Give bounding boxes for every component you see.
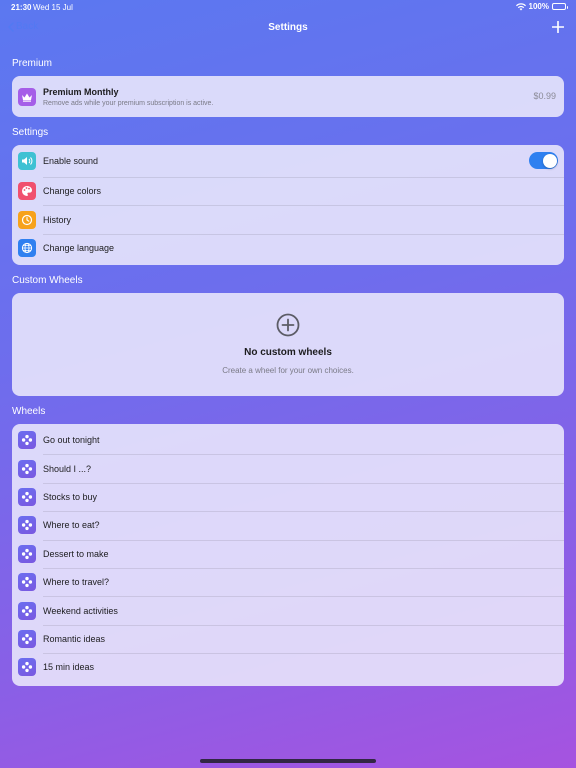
wheel-row[interactable]: Go out tonight (12, 426, 564, 454)
wheel-icon (18, 459, 36, 478)
custom-wheels-section-header: Custom Wheels (12, 275, 83, 286)
wheel-row[interactable]: Where to travel? (12, 567, 564, 596)
wheel-row[interactable]: Weekend activities (12, 596, 564, 624)
status-bar: 21:30 Wed 15 Jul 100% (0, 0, 576, 16)
history-label: History (43, 214, 72, 225)
speaker-icon (18, 152, 36, 170)
wifi-icon (515, 2, 526, 10)
enable-sound-row[interactable]: Enable sound (12, 145, 564, 177)
battery-icon (552, 3, 568, 10)
status-date: Wed 15 Jul (33, 3, 73, 12)
plus-icon (551, 20, 565, 34)
custom-wheels-empty-state: No custom wheels Create a wheel for your… (12, 293, 564, 396)
wheel-icon (18, 516, 36, 535)
history-row[interactable]: History (12, 205, 564, 233)
wheel-label: Where to travel? (43, 577, 110, 588)
wheel-row[interactable]: Should I ...? (12, 454, 564, 482)
wheel-label: Go out tonight (43, 435, 100, 446)
home-indicator[interactable] (200, 759, 376, 763)
change-colors-label: Change colors (43, 186, 102, 197)
wheel-icon (18, 487, 36, 506)
premium-price: $0.99 (533, 91, 556, 101)
wheel-label: Should I ...? (43, 463, 92, 474)
add-button[interactable] (551, 17, 565, 36)
wheel-row[interactable]: Where to eat? (12, 511, 564, 539)
wheel-icon (18, 573, 36, 592)
premium-subtitle: Remove ads while your premium subscripti… (43, 99, 214, 107)
premium-title: Premium Monthly (43, 86, 119, 97)
wheel-label: Weekend activities (43, 605, 118, 616)
change-colors-row[interactable]: Change colors (12, 177, 564, 205)
page-title: Settings (268, 22, 308, 33)
wheel-label: Where to eat? (43, 520, 100, 531)
wheel-row[interactable]: 15 min ideas (12, 653, 564, 681)
wheel-icon (18, 544, 36, 563)
wheel-label: Dessert to make (43, 548, 109, 559)
change-language-label: Change language (43, 242, 115, 253)
clock-icon (18, 210, 36, 229)
globe-icon (18, 238, 36, 257)
change-language-row[interactable]: Change language (12, 233, 564, 262)
wheel-icon (18, 431, 36, 450)
crown-icon (18, 87, 36, 106)
empty-subtitle: Create a wheel for your own choices. (222, 366, 354, 375)
plus-circle-icon[interactable] (276, 313, 300, 337)
sound-toggle[interactable] (529, 152, 558, 169)
empty-title: No custom wheels (244, 347, 332, 358)
wheel-label: Romantic ideas (43, 633, 106, 644)
wheel-label: 15 min ideas (43, 662, 95, 673)
premium-card: Premium Monthly Remove ads while your pr… (12, 76, 564, 117)
battery-percent: 100% (528, 2, 549, 11)
enable-sound-label: Enable sound (43, 156, 99, 166)
premium-monthly-row[interactable]: Premium Monthly Remove ads while your pr… (12, 76, 564, 117)
nav-bar: Back Settings (0, 16, 576, 40)
palette-icon (18, 182, 36, 201)
wheel-icon (18, 629, 36, 648)
wheel-icon (18, 601, 36, 620)
status-time: 21:30 (11, 3, 32, 12)
wheel-icon (18, 658, 36, 677)
wheel-row[interactable]: Romantic ideas (12, 624, 564, 653)
wheel-label: Stocks to buy (43, 491, 98, 502)
settings-card: Enable sound Change colors History Chang… (12, 145, 564, 265)
wheels-card: Go out tonight Should I ...? Stocks to b… (12, 424, 564, 686)
wheel-row[interactable]: Stocks to buy (12, 482, 564, 511)
wheels-section-header: Wheels (12, 406, 46, 417)
premium-section-header: Premium (12, 58, 53, 69)
status-right: 100% (515, 2, 568, 11)
wheel-row[interactable]: Dessert to make (12, 539, 564, 568)
custom-wheels-card: No custom wheels Create a wheel for your… (12, 293, 564, 396)
settings-section-header: Settings (12, 127, 49, 138)
